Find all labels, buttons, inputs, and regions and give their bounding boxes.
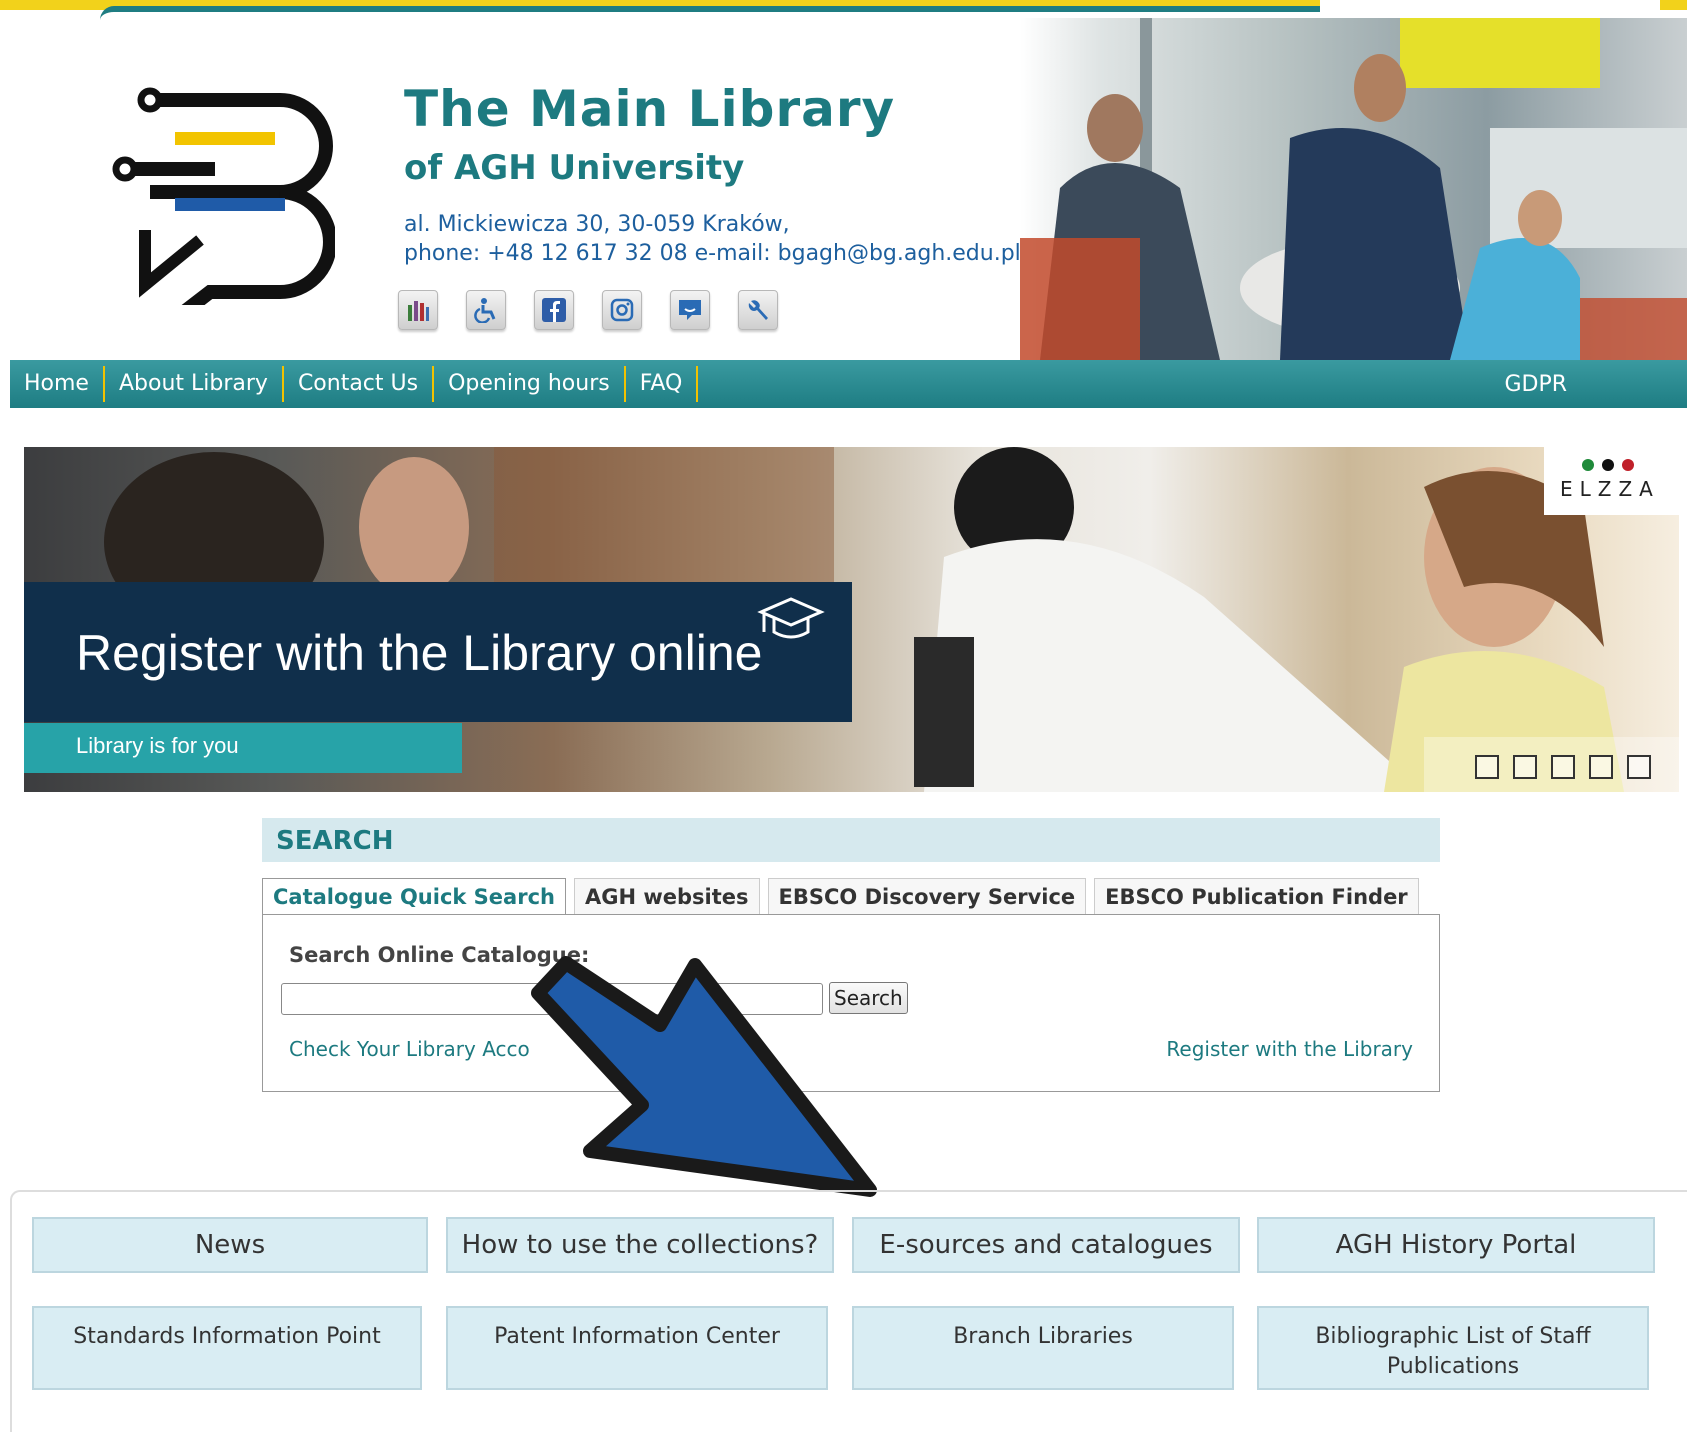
search-tabs: Catalogue Quick Search AGH websites EBSC…	[262, 878, 1419, 916]
slider-dot-4[interactable]	[1589, 755, 1613, 779]
slider-dot-3[interactable]	[1551, 755, 1575, 779]
tab-agh-websites[interactable]: AGH websites	[573, 878, 760, 915]
tools-icon[interactable]	[738, 290, 778, 330]
main-nav: Home About Library Contact Us Opening ho…	[10, 360, 1687, 408]
nav-home[interactable]: Home	[10, 366, 105, 402]
library-title: The Main Library	[404, 80, 896, 138]
facebook-icon[interactable]	[534, 290, 574, 330]
header-icon-row	[398, 290, 778, 330]
banner-title-box: Register with the Library online	[24, 582, 852, 722]
accessibility-icon[interactable]	[466, 290, 506, 330]
search-heading: SEARCH	[276, 826, 394, 856]
graduation-cap-icon	[757, 597, 825, 639]
instagram-icon[interactable]	[602, 290, 642, 330]
e-sources-catalogues-link[interactable]: E-sources and catalogues	[852, 1217, 1240, 1273]
chat-icon[interactable]	[670, 290, 710, 330]
agh-history-portal-link[interactable]: AGH History Portal	[1257, 1217, 1655, 1273]
register-with-library-link[interactable]: Register with the Library	[1166, 1037, 1413, 1061]
top-accent-gap	[1320, 0, 1660, 12]
how-to-use-collections-link[interactable]: How to use the collections?	[446, 1217, 834, 1273]
nav-contact-us[interactable]: Contact Us	[284, 366, 435, 402]
slider-dot-1[interactable]	[1475, 755, 1499, 779]
bibliographic-list-link[interactable]: Bibliographic List of Staff Publications	[1257, 1306, 1649, 1390]
library-stats-icon[interactable]	[398, 290, 438, 330]
library-address: al. Mickiewicza 30, 30-059 Kraków,	[404, 212, 790, 237]
header-photo	[1020, 18, 1687, 360]
tab-ebsco-publication-finder[interactable]: EBSCO Publication Finder	[1094, 878, 1419, 915]
standards-information-point-link[interactable]: Standards Information Point	[32, 1306, 422, 1390]
library-logo[interactable]	[105, 80, 335, 305]
tab-ebsco-discovery-service[interactable]: EBSCO Discovery Service	[767, 878, 1087, 915]
banner-subtitle: Library is for you	[76, 733, 239, 758]
patent-information-center-link[interactable]: Patent Information Center	[446, 1306, 828, 1390]
slider-dot-5[interactable]	[1627, 755, 1651, 779]
nav-opening-hours[interactable]: Opening hours	[434, 366, 626, 402]
check-library-account-link[interactable]: Check Your Library Acco	[289, 1037, 530, 1061]
search-heading-bar: SEARCH	[262, 818, 1440, 862]
banner-title: Register with the Library online	[76, 625, 763, 681]
promo-banner[interactable]: Register with the Library online Library…	[24, 447, 1679, 792]
elzza-logo: ELZZA	[1544, 447, 1679, 515]
nav-gdpr[interactable]: GDPR	[1504, 372, 1567, 397]
library-contact: phone: +48 12 617 32 08 e-mail: bgagh@bg…	[404, 241, 1021, 266]
elzza-brand: ELZZA	[1560, 477, 1660, 501]
news-link[interactable]: News	[32, 1217, 428, 1273]
slider-dot-2[interactable]	[1513, 755, 1537, 779]
slider-dots	[1475, 755, 1651, 779]
banner-subtitle-box: Library is for you	[24, 723, 462, 773]
nav-about-library[interactable]: About Library	[105, 366, 284, 402]
library-subtitle: of AGH University	[404, 148, 745, 188]
nav-faq[interactable]: FAQ	[626, 366, 699, 402]
pointer-arrow-icon	[531, 956, 877, 1197]
branch-libraries-link[interactable]: Branch Libraries	[852, 1306, 1234, 1390]
library-address-block: al. Mickiewicza 30, 30-059 Kraków, phone…	[404, 210, 1021, 268]
tab-catalogue-quick-search[interactable]: Catalogue Quick Search	[262, 878, 566, 916]
elzza-dots-icon	[1582, 459, 1634, 471]
